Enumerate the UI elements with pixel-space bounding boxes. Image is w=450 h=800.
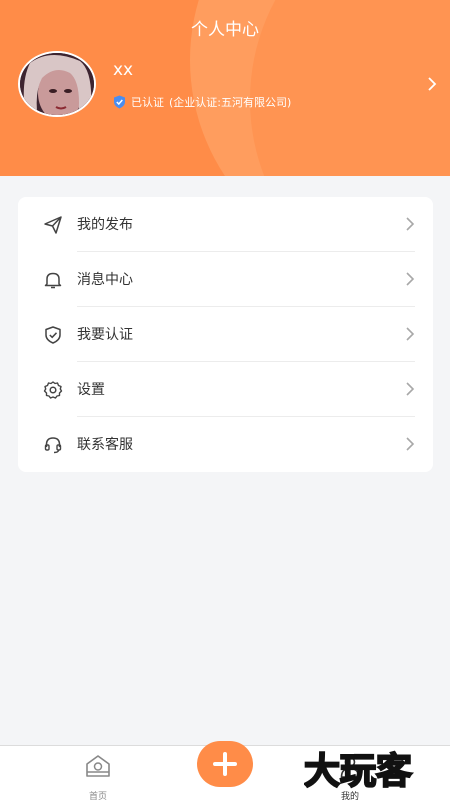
watermark-logo: 大玩客 [304, 750, 413, 789]
gear-icon [43, 380, 63, 400]
verification-status: 已认证 (企业认证:五河有限公司) [113, 94, 291, 110]
send-icon [43, 215, 63, 235]
svg-text:大玩客: 大玩客 [304, 751, 412, 789]
chevron-right-icon [402, 381, 418, 397]
menu-item-label: 消息中心 [77, 272, 133, 288]
bell-icon [43, 270, 63, 290]
chevron-right-icon [402, 326, 418, 342]
headset-icon [43, 435, 63, 455]
chevron-right-icon [402, 271, 418, 287]
menu-item-settings[interactable]: 设置 [18, 362, 433, 417]
tab-home[interactable]: 首页 [78, 753, 118, 800]
username: xx [113, 60, 134, 80]
plus-icon [213, 752, 237, 776]
shield-check-icon [43, 325, 63, 345]
menu-card: 我的发布 消息中心 我要认证 设置 联系客服 [18, 197, 433, 472]
chevron-right-icon [402, 216, 418, 232]
menu-item-label: 设置 [77, 382, 105, 398]
avatar[interactable] [18, 51, 96, 117]
bottom-tab-bar: 首页 我的 大玩客 [0, 741, 450, 800]
verified-badge-icon [114, 95, 125, 109]
verify-status-text: 已认证 [131, 96, 164, 109]
add-button[interactable] [197, 741, 253, 787]
menu-item-label: 联系客服 [77, 437, 133, 453]
menu-item-label: 我的发布 [77, 217, 133, 233]
menu-item-customer-service[interactable]: 联系客服 [18, 417, 433, 472]
menu-item-label: 我要认证 [77, 327, 133, 343]
chevron-right-icon [402, 436, 418, 452]
page-title: 个人中心 [191, 20, 259, 40]
tab-home-label: 首页 [88, 792, 107, 800]
profile-chevron-right-icon[interactable] [424, 76, 440, 92]
tab-mine-label: 我的 [340, 792, 359, 800]
menu-item-my-posts[interactable]: 我的发布 [18, 197, 433, 252]
menu-item-verification[interactable]: 我要认证 [18, 307, 433, 362]
verify-detail-text: (企业认证:五河有限公司) [169, 96, 292, 109]
profile-header: 个人中心 xx 已认证 (企业认证:五河有限公司) [0, 0, 450, 176]
home-icon [85, 753, 111, 779]
menu-item-messages[interactable]: 消息中心 [18, 252, 433, 307]
